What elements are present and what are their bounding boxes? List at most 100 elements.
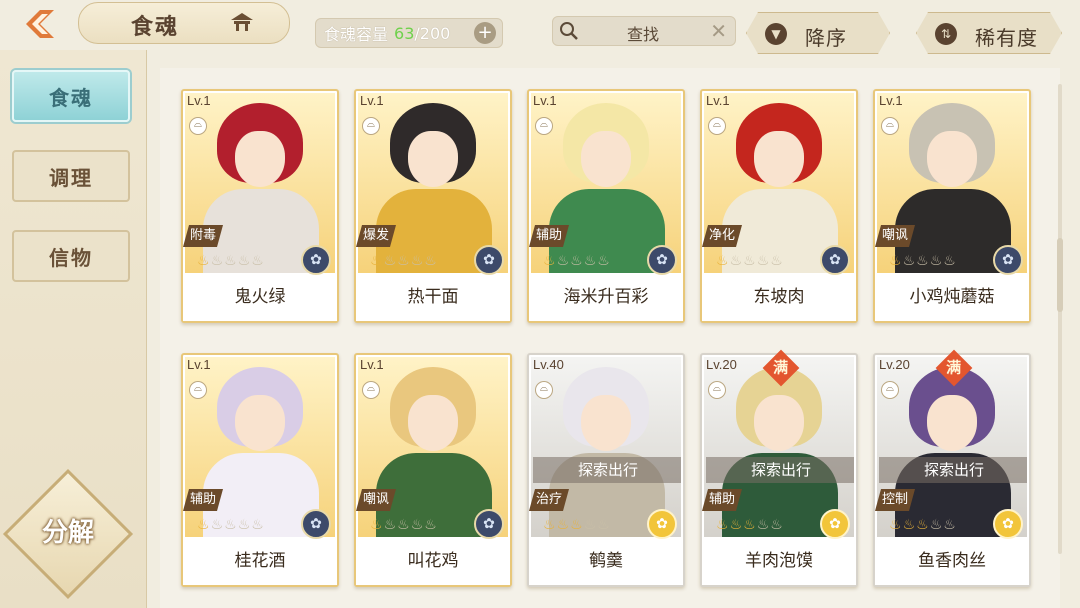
title-plate: 食魂 bbox=[78, 2, 290, 44]
star-empty-icon: ♨ bbox=[943, 253, 957, 269]
star-filled-icon: ♨ bbox=[902, 517, 917, 533]
star-empty-icon: ♨ bbox=[383, 253, 398, 269]
food-soul-card[interactable]: Lv.1 ⌓ 附毒 ♨♨♨♨♨ ✿ 鬼火绿 bbox=[181, 89, 339, 323]
food-soul-card[interactable]: Lv.1 ⌓ 辅助 ♨♨♨♨♨ ✿ 海米升百彩 bbox=[527, 89, 685, 323]
tab-cooking[interactable]: 调理 bbox=[12, 150, 130, 202]
pavilion-icon bbox=[231, 13, 253, 31]
star-empty-icon: ♨ bbox=[583, 253, 598, 269]
star-filled-icon: ♨ bbox=[743, 517, 757, 533]
star-rating: ♨♨♨♨♨ bbox=[889, 253, 957, 269]
back-button[interactable] bbox=[16, 4, 64, 44]
role-tag: 辅助 bbox=[702, 489, 742, 511]
star-filled-icon: ♨ bbox=[729, 517, 744, 533]
sort-rarity-button[interactable]: ⇅ 稀有度 bbox=[916, 12, 1062, 54]
star-empty-icon: ♨ bbox=[756, 253, 771, 269]
star-empty-icon: ♨ bbox=[556, 253, 571, 269]
food-soul-card[interactable]: Lv.1 ⌓ 净化 ♨♨♨♨♨ ✿ 东坡肉 bbox=[700, 89, 858, 323]
food-soul-card[interactable]: Lv.1 ⌓ 辅助 ♨♨♨♨♨ ✿ 桂花酒 bbox=[181, 353, 339, 587]
level-label: Lv.20 bbox=[879, 357, 910, 372]
card-name: 鬼火绿 bbox=[183, 275, 337, 321]
card-name: 羊肉泡馍 bbox=[702, 539, 856, 585]
bowl-icon: ⌓ bbox=[362, 381, 380, 399]
star-rating: ♨♨♨♨♨ bbox=[889, 517, 957, 533]
level-label: Lv.1 bbox=[360, 93, 384, 108]
star-empty-icon: ♨ bbox=[424, 517, 438, 533]
sort-order-button[interactable]: ▼ 降序 bbox=[746, 12, 890, 54]
triangle-down-icon: ▼ bbox=[765, 23, 787, 45]
role-tag: 辅助 bbox=[529, 225, 569, 247]
card-name: 桂花酒 bbox=[183, 539, 337, 585]
bowl-icon: ⌓ bbox=[535, 381, 553, 399]
card-name: 小鸡炖蘑菇 bbox=[875, 275, 1029, 321]
explore-status: 探索出行 bbox=[533, 457, 681, 483]
add-capacity-button[interactable]: + bbox=[474, 22, 496, 44]
star-empty-icon: ♨ bbox=[383, 517, 398, 533]
food-soul-card[interactable]: 探索出行 Lv.20 满 ⌓ 辅助 ♨♨♨♨♨ ✿ 羊肉泡馍 bbox=[700, 349, 858, 587]
tab-food-souls[interactable]: 食魂 bbox=[12, 70, 130, 122]
moon-flower-icon: ✿ bbox=[301, 509, 331, 539]
swap-arrows-icon: ⇅ bbox=[935, 23, 957, 45]
star-empty-icon: ♨ bbox=[424, 253, 438, 269]
role-tag: 爆发 bbox=[356, 225, 396, 247]
scrollbar-thumb[interactable] bbox=[1057, 238, 1063, 312]
portrait-face bbox=[927, 395, 977, 451]
role-tag: 嘲讽 bbox=[356, 489, 396, 511]
star-filled-icon: ♨ bbox=[543, 517, 557, 533]
star-rating: ♨♨♨♨♨ bbox=[197, 253, 265, 269]
star-filled-icon: ♨ bbox=[370, 253, 384, 269]
star-empty-icon: ♨ bbox=[902, 253, 917, 269]
star-rating: ♨♨♨♨♨ bbox=[716, 517, 784, 533]
bowl-icon: ⌓ bbox=[708, 117, 726, 135]
star-empty-icon: ♨ bbox=[583, 517, 598, 533]
capacity-counter: 食魂容量 63 /200 + bbox=[315, 18, 503, 48]
level-label: Lv.1 bbox=[879, 93, 903, 108]
card-name: 海米升百彩 bbox=[529, 275, 683, 321]
portrait-face bbox=[408, 131, 458, 187]
capacity-total: /200 bbox=[414, 23, 451, 43]
star-empty-icon: ♨ bbox=[597, 517, 611, 533]
star-empty-icon: ♨ bbox=[729, 253, 744, 269]
star-empty-icon: ♨ bbox=[410, 517, 425, 533]
clear-icon[interactable]: ✕ bbox=[710, 19, 727, 43]
star-empty-icon: ♨ bbox=[397, 253, 411, 269]
star-filled-icon: ♨ bbox=[556, 517, 571, 533]
level-label: Lv.1 bbox=[706, 93, 730, 108]
role-tag: 附毒 bbox=[183, 225, 223, 247]
card-name: 鱼香肉丝 bbox=[875, 539, 1029, 585]
star-empty-icon: ♨ bbox=[210, 517, 225, 533]
food-soul-card[interactable]: Lv.1 ⌓ 爆发 ♨♨♨♨♨ ✿ 热干面 bbox=[354, 89, 512, 323]
moon-flower-icon: ✿ bbox=[474, 509, 504, 539]
food-soul-card[interactable]: Lv.1 ⌓ 嘲讽 ♨♨♨♨♨ ✿ 叫花鸡 bbox=[354, 353, 512, 587]
bowl-icon: ⌓ bbox=[535, 117, 553, 135]
sort-rarity-label: 稀有度 bbox=[975, 26, 1038, 50]
card-name: 鹌羹 bbox=[529, 539, 683, 585]
moon-flower-icon: ✿ bbox=[993, 245, 1023, 275]
search-icon bbox=[560, 22, 578, 40]
star-empty-icon: ♨ bbox=[397, 517, 411, 533]
tab-tokens[interactable]: 信物 bbox=[12, 230, 130, 282]
decompose-label[interactable]: 分解 bbox=[28, 512, 108, 549]
star-filled-icon: ♨ bbox=[370, 517, 384, 533]
star-empty-icon: ♨ bbox=[743, 253, 757, 269]
food-soul-card[interactable]: 探索出行 Lv.40 ⌓ 治疗 ♨♨♨♨♨ ✿ 鹌羹 bbox=[527, 353, 685, 587]
role-tag: 治疗 bbox=[529, 489, 569, 511]
portrait-face bbox=[581, 395, 631, 451]
search-field[interactable]: 查找 ✕ bbox=[552, 16, 736, 46]
explore-status: 探索出行 bbox=[879, 457, 1027, 483]
food-soul-card[interactable]: Lv.1 ⌓ 嘲讽 ♨♨♨♨♨ ✿ 小鸡炖蘑菇 bbox=[873, 89, 1031, 323]
star-rating: ♨♨♨♨♨ bbox=[716, 253, 784, 269]
star-filled-icon: ♨ bbox=[197, 517, 211, 533]
moon-flower-icon: ✿ bbox=[301, 245, 331, 275]
capacity-count: 63 bbox=[394, 23, 415, 43]
moon-flower-icon: ✿ bbox=[820, 245, 850, 275]
moon-flower-icon: ✿ bbox=[647, 245, 677, 275]
card-name: 东坡肉 bbox=[702, 275, 856, 321]
star-empty-icon: ♨ bbox=[929, 253, 944, 269]
star-empty-icon: ♨ bbox=[929, 517, 944, 533]
level-label: Lv.20 bbox=[706, 357, 737, 372]
star-filled-icon: ♨ bbox=[889, 253, 903, 269]
portrait-face bbox=[235, 131, 285, 187]
scrollbar-track[interactable] bbox=[1058, 84, 1062, 554]
bowl-icon: ⌓ bbox=[881, 381, 899, 399]
food-soul-card[interactable]: 探索出行 Lv.20 满 ⌓ 控制 ♨♨♨♨♨ ✿ 鱼香肉丝 bbox=[873, 349, 1031, 587]
